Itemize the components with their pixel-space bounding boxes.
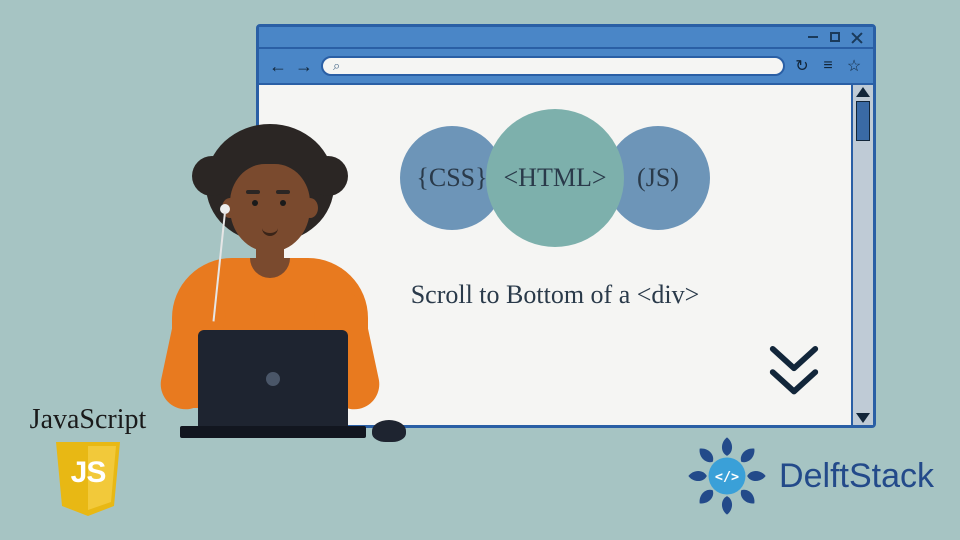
circle-html: <HTML>	[486, 109, 624, 247]
scrollbar	[851, 85, 873, 425]
search-icon: ⌕	[333, 58, 340, 74]
caption-text: Scroll to Bottom of a <div>	[411, 280, 700, 310]
window-close-icon	[851, 31, 863, 43]
address-bar: ⌕	[321, 56, 785, 76]
javascript-shield-icon: JS	[52, 438, 124, 518]
nav-back-icon: ←	[269, 56, 287, 77]
window-minimize-icon	[807, 31, 819, 43]
mouse-icon	[372, 420, 406, 442]
circle-html-label: <HTML>	[504, 163, 607, 193]
circle-js-label: (JS)	[637, 163, 679, 193]
circle-css-label: {CSS}	[416, 163, 487, 193]
bookmark-star-icon: ☆	[845, 56, 863, 76]
delftstack-name: DelftStack	[779, 457, 934, 496]
delftstack-logo-icon: </>	[685, 434, 769, 518]
tech-circles: {CSS} <HTML> (JS)	[400, 109, 710, 247]
scrollbar-thumb	[856, 101, 870, 141]
javascript-label: JavaScript	[28, 404, 148, 436]
reload-icon: ↻	[793, 56, 811, 76]
menu-icon: ≡	[819, 57, 837, 75]
scrollbar-down-icon	[856, 413, 870, 423]
scroll-down-chevrons-icon	[765, 343, 823, 407]
person-illustration	[120, 120, 420, 460]
delftstack-brand: </> DelftStack	[685, 434, 934, 518]
window-maximize-icon	[829, 31, 841, 43]
javascript-initials: JS	[52, 456, 124, 490]
svg-text:</>: </>	[715, 470, 739, 485]
browser-titlebar	[259, 27, 873, 49]
browser-toolbar: ← → ⌕ ↻ ≡ ☆	[259, 49, 873, 85]
nav-forward-icon: →	[295, 56, 313, 77]
javascript-badge: JavaScript JS	[28, 404, 148, 518]
scrollbar-up-icon	[856, 87, 870, 97]
